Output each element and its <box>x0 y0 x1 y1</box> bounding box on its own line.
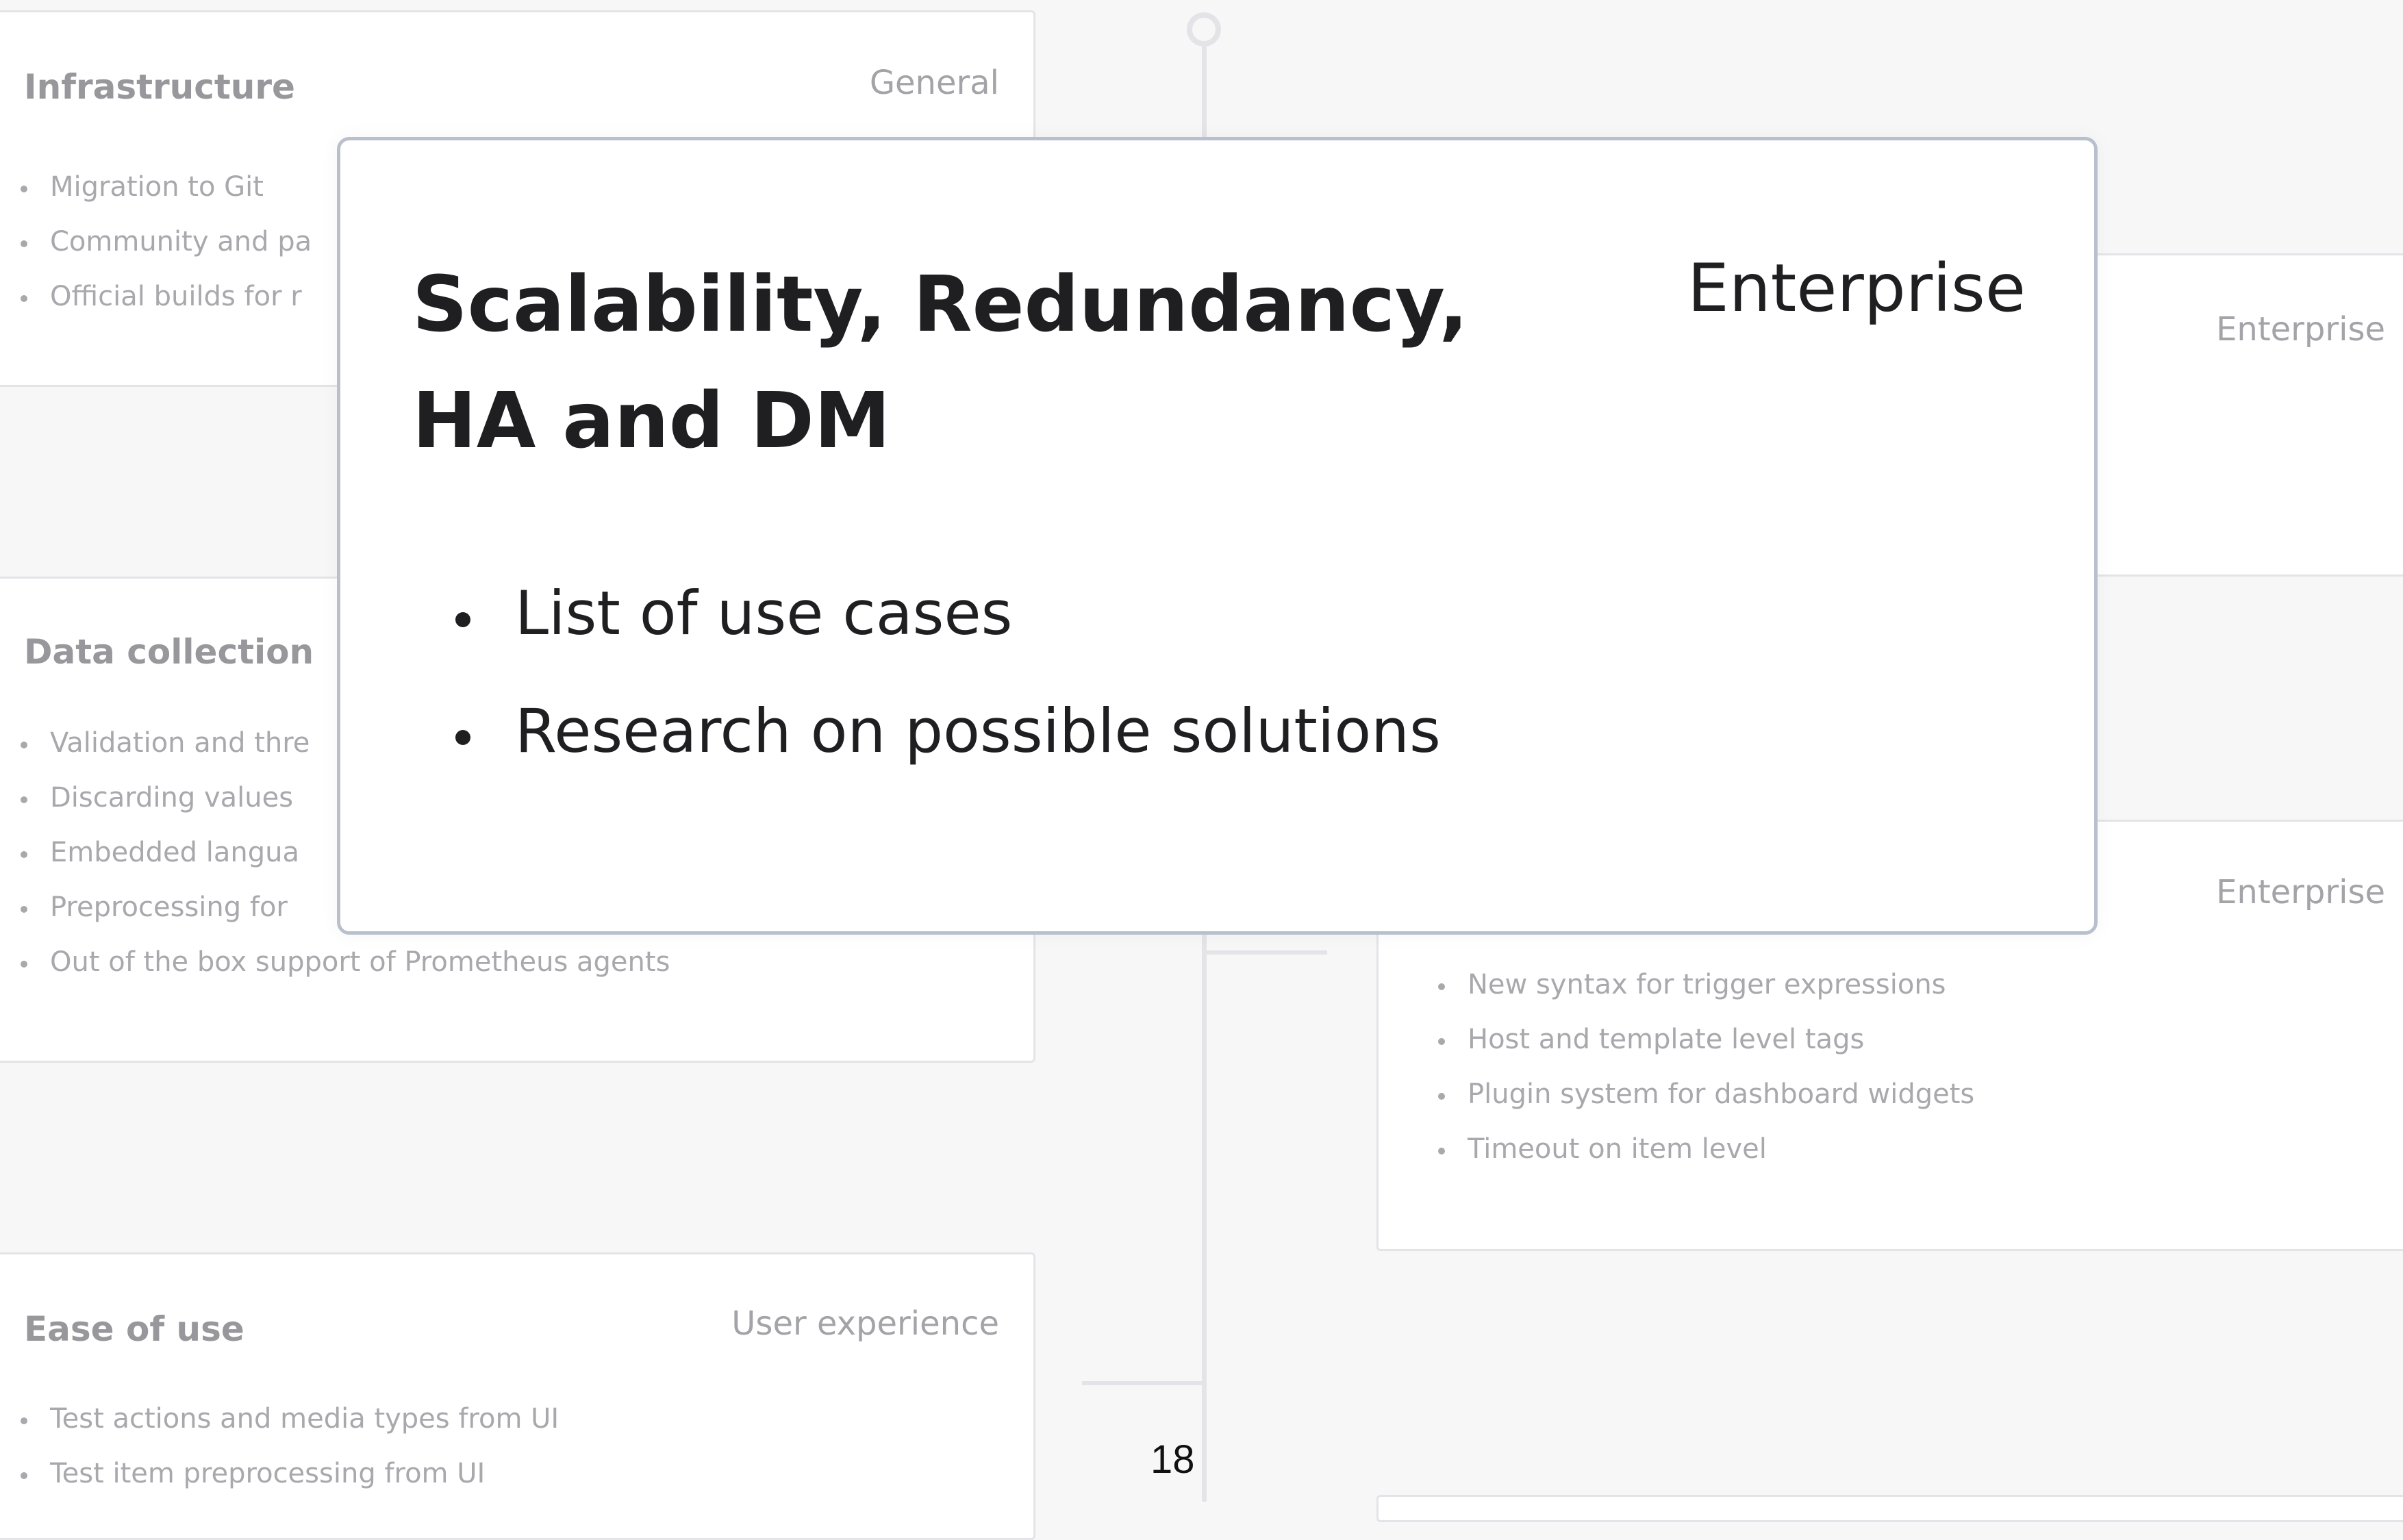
card-item-list: Migration to Git Community and pa Offici… <box>2 160 312 324</box>
list-item: Test item preprocessing from UI <box>2 1446 559 1501</box>
card-category: Enterprise <box>2216 310 2385 349</box>
list-item: Out of the box support of Prometheus age… <box>2 935 670 989</box>
list-item: Migration to Git <box>2 160 312 214</box>
list-item: Research on possible solutions <box>412 672 1441 790</box>
focused-card-item-list: List of use cases Research on possible s… <box>412 555 1441 790</box>
card-title: Infrastructure <box>24 67 295 107</box>
card-category: General <box>869 64 999 102</box>
page-number: 18 <box>1150 1437 1195 1482</box>
list-item: List of use cases <box>412 555 1441 672</box>
card-right-bottom[interactable] <box>1376 1495 2403 1522</box>
focused-card-title: Scalability, Redundancy, HA and DM <box>412 260 1468 466</box>
list-item: Official builds for r <box>2 269 312 324</box>
timeline-node-icon <box>1187 12 1221 47</box>
list-item: Plugin system for dashboard widgets <box>1420 1067 1974 1122</box>
focused-card-category: Enterprise <box>1687 250 2026 327</box>
card-item-list: New syntax for trigger expressions Host … <box>1420 957 1974 1176</box>
list-item: Timeout on item level <box>1420 1122 1974 1176</box>
card-title: Data collection <box>24 632 314 672</box>
card-category: User experience <box>731 1304 999 1343</box>
card-ease-of-use[interactable]: Ease of use User experience Test actions… <box>0 1252 1035 1540</box>
timeline-connector <box>1082 1381 1204 1385</box>
list-item: Host and template level tags <box>1420 1012 1974 1067</box>
timeline-connector <box>1204 950 1327 955</box>
focused-card[interactable]: Scalability, Redundancy, HA and DM Enter… <box>337 137 2098 935</box>
list-item: New syntax for trigger expressions <box>1420 957 1974 1012</box>
card-title: Ease of use <box>24 1309 244 1349</box>
list-item: Test actions and media types from UI <box>2 1391 559 1446</box>
card-item-list: Test actions and media types from UI Tes… <box>2 1391 559 1501</box>
list-item: Community and pa <box>2 214 312 269</box>
card-category: Enterprise <box>2216 873 2385 911</box>
